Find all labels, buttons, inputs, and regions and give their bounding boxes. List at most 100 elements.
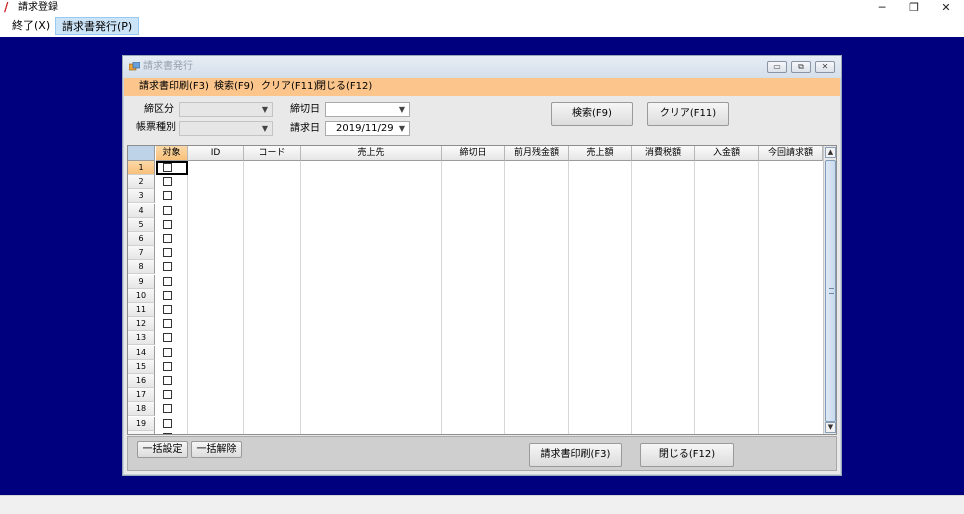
row-checkbox[interactable]	[163, 220, 172, 229]
window-title: 請求登録	[18, 2, 58, 13]
row-header[interactable]: 13	[128, 331, 155, 345]
bulk-clear-button[interactable]: 一括解除	[191, 441, 242, 458]
row-header[interactable]: 14	[128, 346, 155, 360]
row-checkbox[interactable]	[163, 419, 172, 428]
chohyo-label: 帳票種別	[136, 122, 176, 133]
row-checkbox[interactable]	[163, 333, 172, 342]
chevron-down-icon: ▼	[398, 124, 406, 133]
row-checkbox[interactable]	[163, 248, 172, 257]
grid-line	[758, 161, 759, 434]
shimebi-datepicker[interactable]: ▼	[325, 102, 410, 117]
column-header-code[interactable]: コード	[244, 146, 301, 161]
child-titlebar: 請求書発行 ▭ ⧉ ✕	[123, 56, 841, 78]
child-title: 請求書発行	[143, 61, 193, 72]
column-header-prev-balance[interactable]: 前月残金額	[505, 146, 569, 161]
row-checkbox[interactable]	[163, 291, 172, 300]
close-form-button[interactable]: 閉じる(F12)	[640, 443, 734, 467]
menu-invoice-issue[interactable]: 請求書発行(P)	[55, 17, 140, 35]
scroll-up-icon[interactable]: ▲	[825, 147, 836, 158]
child-menu-clear[interactable]: クリア(F11)	[261, 80, 317, 94]
menu-exit[interactable]: 終了(X)	[6, 17, 56, 35]
column-header-tax[interactable]: 消費税額	[632, 146, 695, 161]
child-menu-print[interactable]: 請求書印刷(F3)	[139, 80, 209, 94]
row-checkbox[interactable]	[163, 376, 172, 385]
row-header[interactable]: 8	[128, 260, 155, 274]
scroll-down-icon[interactable]: ▼	[825, 422, 836, 433]
column-header-id[interactable]: ID	[188, 146, 244, 161]
column-header-current-invoice[interactable]: 今回請求額	[759, 146, 823, 161]
grid-line	[694, 161, 695, 434]
status-bar	[0, 495, 964, 514]
row-header[interactable]: 6	[128, 232, 155, 246]
column-header-closing-date[interactable]: 締切日	[442, 146, 505, 161]
row-checkbox[interactable]	[163, 362, 172, 371]
row-checkbox[interactable]	[163, 404, 172, 413]
restore-button[interactable]: ❐	[898, 0, 930, 16]
row-header[interactable]: 17	[128, 388, 155, 402]
shime-kubun-select[interactable]: ▼	[179, 102, 273, 117]
grid-corner[interactable]	[128, 146, 155, 161]
clear-button[interactable]: クリア(F11)	[647, 102, 729, 126]
invoice-grid[interactable]: 対象 ID コード 売上先 締切日 前月残金額 売上額 消費税額 入金額 今回請…	[127, 145, 837, 435]
grid-line	[568, 161, 569, 434]
row-checkbox[interactable]	[163, 262, 172, 271]
print-invoice-button[interactable]: 請求書印刷(F3)	[529, 443, 622, 467]
grid-line	[441, 161, 442, 434]
child-restore-button[interactable]: ⧉	[791, 61, 811, 73]
shime-kubun-label: 締区分	[144, 104, 174, 115]
column-header-payment[interactable]: 入金額	[695, 146, 759, 161]
chevron-down-icon: ▼	[261, 124, 269, 133]
row-header[interactable]: 11	[128, 303, 155, 317]
row-header[interactable]: 10	[128, 289, 155, 303]
row-checkbox[interactable]	[163, 390, 172, 399]
row-header[interactable]: 9	[128, 275, 155, 289]
row-header[interactable]: 18	[128, 402, 155, 416]
grip-icon	[829, 288, 834, 294]
minimize-button[interactable]: ─	[866, 0, 898, 16]
row-checkbox[interactable]	[163, 206, 172, 215]
chevron-down-icon: ▼	[398, 105, 406, 114]
seikyubi-datepicker[interactable]: 2019/11/29 ▼	[325, 121, 410, 136]
child-menu-close[interactable]: 閉じる(F12)	[316, 80, 372, 94]
row-header[interactable]: 12	[128, 317, 155, 331]
grid-line	[504, 161, 505, 434]
grid-line	[300, 161, 301, 434]
chohyo-select[interactable]: ▼	[179, 121, 273, 136]
row-header[interactable]: 19	[128, 417, 155, 431]
column-header-sales[interactable]: 売上額	[569, 146, 632, 161]
column-header-customer[interactable]: 売上先	[301, 146, 442, 161]
grid-vertical-scrollbar[interactable]: ▲ ▼	[823, 146, 836, 434]
grid-line	[187, 161, 188, 434]
row-header[interactable]: 15	[128, 360, 155, 374]
row-header[interactable]: 16	[128, 374, 155, 388]
row-header[interactable]: 7	[128, 246, 155, 260]
form-icon	[129, 62, 140, 71]
row-checkbox[interactable]	[163, 305, 172, 314]
row-header[interactable]: 20	[128, 431, 155, 434]
row-header[interactable]: 4	[128, 204, 155, 218]
grid-line	[243, 161, 244, 434]
bulk-set-button[interactable]: 一括設定	[137, 441, 188, 458]
row-checkbox[interactable]	[163, 191, 172, 200]
row-checkbox[interactable]	[163, 277, 172, 286]
row-checkbox[interactable]	[163, 433, 172, 434]
row-checkbox[interactable]	[163, 177, 172, 186]
row-header[interactable]: 3	[128, 189, 155, 203]
child-menu-search[interactable]: 検索(F9)	[214, 80, 254, 94]
menubar: 終了(X) 請求書発行(P)	[0, 16, 964, 36]
row-header[interactable]: 2	[128, 175, 155, 189]
search-button[interactable]: 検索(F9)	[551, 102, 633, 126]
child-close-button[interactable]: ✕	[815, 61, 835, 73]
app-icon: /	[4, 0, 9, 14]
child-minimize-button[interactable]: ▭	[767, 61, 787, 73]
scrollbar-thumb[interactable]	[825, 160, 836, 422]
grid-line	[631, 161, 632, 434]
row-checkbox[interactable]	[163, 319, 172, 328]
row-checkbox[interactable]	[163, 348, 172, 357]
row-checkbox[interactable]	[163, 234, 172, 243]
row-header[interactable]: 5	[128, 218, 155, 232]
column-header-target[interactable]: 対象	[156, 146, 188, 161]
window-titlebar: / 請求登録 ─ ❐ ✕	[0, 0, 964, 16]
row-header[interactable]: 1	[128, 161, 155, 175]
close-button[interactable]: ✕	[930, 0, 962, 16]
